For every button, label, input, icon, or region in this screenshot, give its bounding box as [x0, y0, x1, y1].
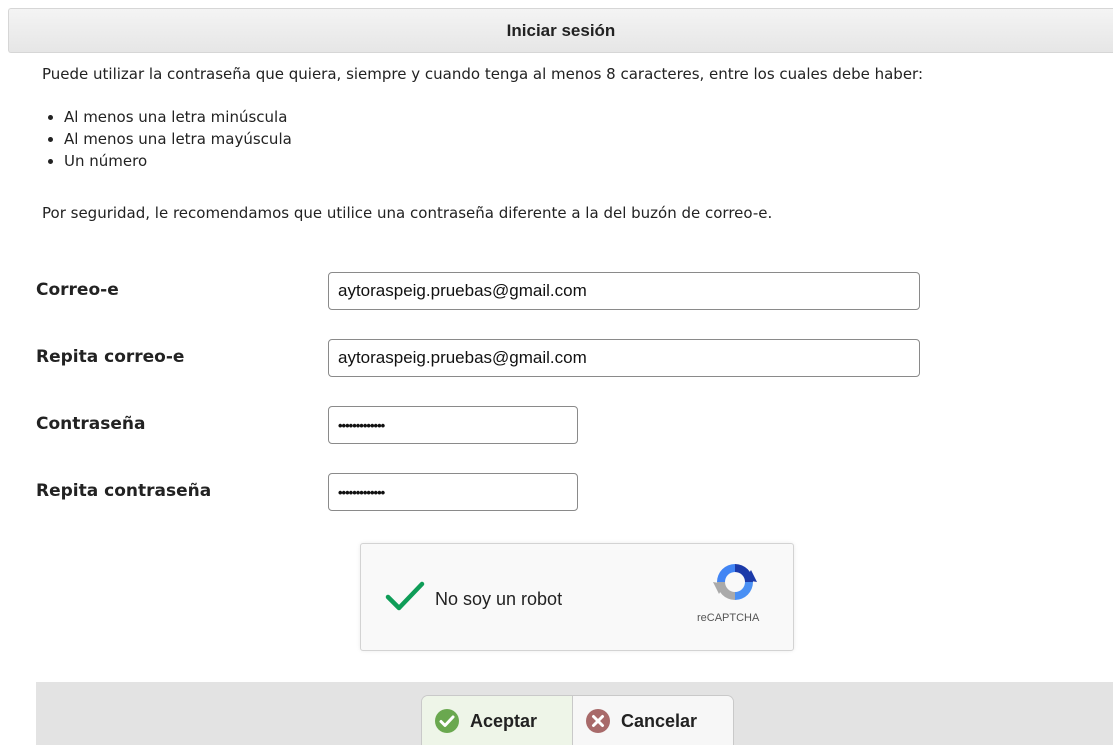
password-label: Contraseña	[36, 414, 146, 434]
accept-button-label: Aceptar	[470, 710, 538, 731]
cancel-button-label: Cancelar	[621, 710, 698, 731]
password-field[interactable]: •••••••••••••	[328, 406, 578, 444]
action-button-group: Aceptar Cancelar	[421, 695, 734, 745]
email-field[interactable]: aytoraspeig.pruebas@gmail.com	[328, 272, 920, 310]
password-rule-uppercase: Al menos una letra mayúscula	[42, 128, 292, 150]
email-repeat-field[interactable]: aytoraspeig.pruebas@gmail.com	[328, 339, 920, 377]
password-repeat-field[interactable]: •••••••••••••	[328, 473, 578, 511]
accept-button[interactable]: Aceptar	[422, 696, 573, 745]
cancel-button[interactable]: Cancelar	[573, 696, 733, 745]
email-repeat-label: Repita correo-e	[36, 347, 185, 367]
password-rule-lowercase: Al menos una letra minúscula	[42, 106, 292, 128]
recaptcha-label: No soy un robot	[435, 589, 563, 609]
recaptcha-widget: No soy un robot reCAPTCHA	[360, 543, 794, 651]
security-note: Por seguridad, le recomendamos que utili…	[42, 204, 773, 222]
page-title: Iniciar sesión	[8, 8, 1113, 53]
intro-text: Puede utilizar la contraseña que quiera,…	[42, 65, 924, 83]
password-repeat-label: Repita contraseña	[36, 481, 212, 501]
login-page: Iniciar sesión Puede utilizar la contras…	[0, 0, 1113, 745]
checkmark-icon[interactable]	[385, 580, 425, 612]
password-rules-list: Al menos una letra minúscula Al menos un…	[42, 106, 292, 172]
recaptcha-brand: reCAPTCHA	[697, 612, 760, 624]
check-circle-icon	[435, 709, 459, 733]
recaptcha-logo-icon	[713, 564, 757, 600]
password-rule-number: Un número	[42, 150, 292, 172]
x-circle-icon	[586, 709, 610, 733]
email-label: Correo-e	[36, 280, 119, 300]
